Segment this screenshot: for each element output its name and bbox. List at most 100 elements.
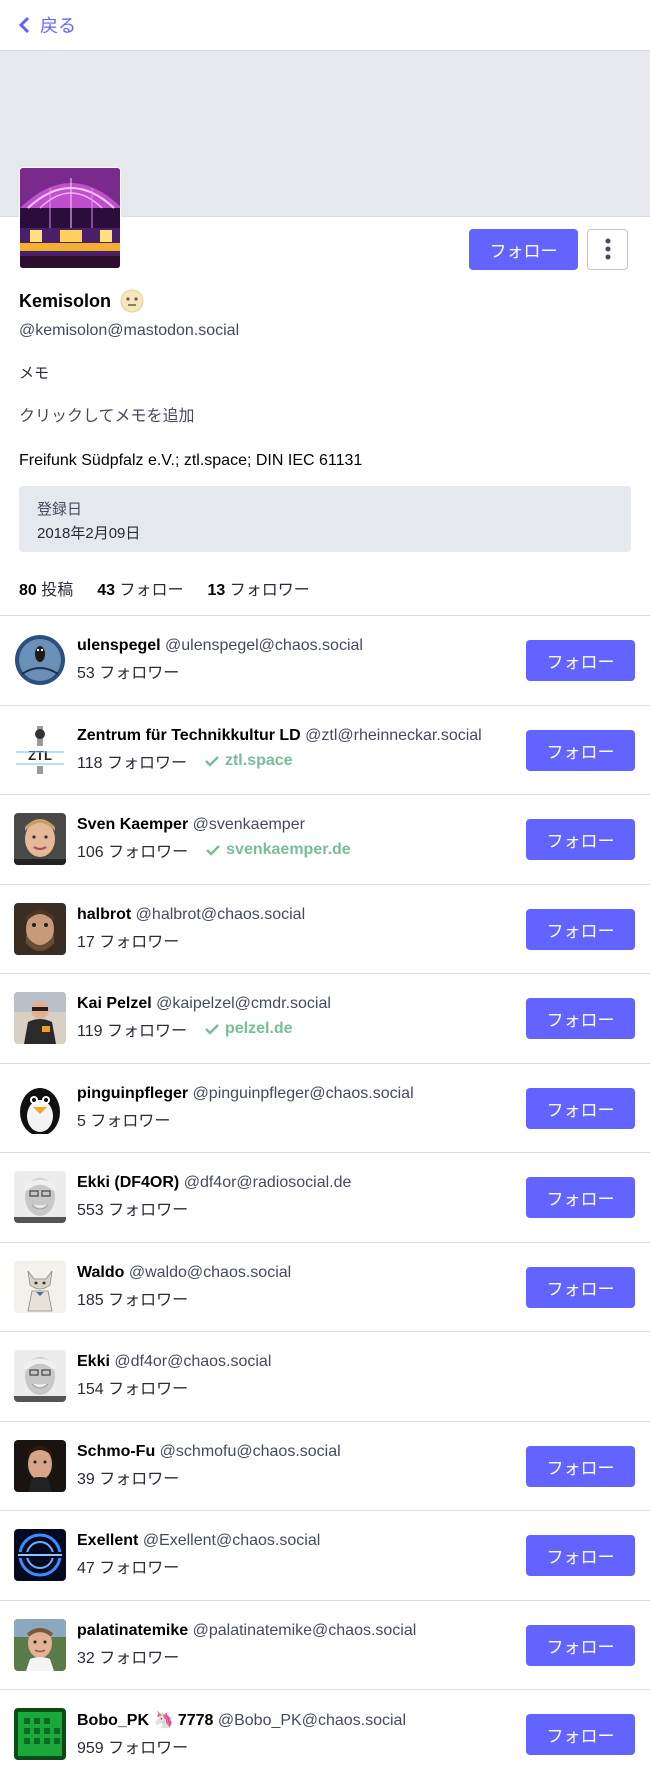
avatar[interactable] — [14, 1529, 66, 1582]
follow-button[interactable]: フォロー — [526, 729, 635, 771]
account-display-name[interactable]: halbrot — [77, 906, 131, 923]
avatar[interactable] — [14, 1618, 66, 1671]
follower-count: 119 フォロワー — [77, 1023, 187, 1041]
account-row[interactable]: Kai Pelzel @kaipelzel@cmdr.social 119 フォ… — [0, 974, 650, 1064]
account-row[interactable]: Waldo @waldo@chaos.social 185 フォロワー フォロー — [0, 1243, 650, 1332]
avatar[interactable] — [14, 813, 66, 866]
account-display-name[interactable]: Sven Kaemper — [77, 816, 188, 833]
check-icon — [205, 755, 219, 767]
follow-button[interactable]: フォロー — [526, 819, 635, 860]
account-row[interactable]: ulenspegel @ulenspegel@chaos.social 53 フ… — [0, 616, 650, 706]
memo-label: メモ — [19, 365, 50, 382]
follow-button[interactable]: フォロー — [526, 1714, 635, 1755]
account-display-name[interactable]: palatinatemike — [77, 1622, 188, 1639]
account-handle: @schmofu@chaos.social — [159, 1442, 341, 1460]
top-bar: 戻る — [0, 0, 650, 51]
avatar[interactable] — [14, 1081, 66, 1134]
svg-text:ZTL: ZTL — [28, 748, 52, 763]
avatar[interactable] — [14, 992, 66, 1045]
back-button[interactable]: 戻る — [18, 12, 76, 38]
vertical-ellipsis-icon — [605, 238, 610, 260]
chevron-left-icon — [18, 17, 30, 33]
verified-link[interactable]: pelzel.de — [205, 1020, 293, 1038]
account-handle: @svenkaemper — [192, 816, 305, 834]
joined-label: 登録日 — [37, 501, 83, 518]
joined-date: 2018年2月09日 — [37, 525, 141, 542]
follower-count: 17 フォロワー — [77, 933, 180, 951]
following-count-link[interactable]: 43 フォロー — [97, 576, 183, 600]
account-display-name[interactable]: Ekki (DF4OR) — [77, 1174, 179, 1191]
verified-link[interactable]: ztl.space — [205, 752, 293, 770]
profile-avatar[interactable] — [19, 167, 121, 269]
neutral-face-emoji-icon — [120, 289, 144, 313]
memo-input[interactable]: クリックしてメモを追加 — [19, 402, 631, 426]
follow-button[interactable]: フォロー — [526, 1177, 635, 1218]
follow-button[interactable]: フォロー — [526, 1266, 635, 1308]
account-row[interactable]: halbrot @halbrot@chaos.social 17 フォロワー フ… — [0, 885, 650, 974]
follower-count: 106 フォロワー — [77, 844, 189, 862]
account-handle: @Exellent@chaos.social — [142, 1532, 321, 1550]
profile-display-name: Kemisolon — [19, 290, 112, 311]
account-row[interactable]: Schmo-Fu @schmofu@chaos.social 39 フォロワー … — [0, 1422, 650, 1511]
account-row[interactable]: pinguinpfleger @pinguinpfleger@chaos.soc… — [0, 1064, 650, 1153]
account-handle: @palatinatemike@chaos.social — [192, 1621, 417, 1639]
verified-link[interactable]: svenkaemper.de — [206, 841, 351, 859]
follow-button[interactable]: フォロー — [526, 998, 635, 1039]
avatar[interactable] — [14, 634, 66, 687]
avatar[interactable] — [14, 1260, 66, 1313]
account-row[interactable]: ZTL Zentrum für Technikkultur LD @ztl@rh… — [0, 706, 650, 795]
account-row[interactable]: Exellent @Exellent@chaos.social 47 フォロワー… — [0, 1511, 650, 1601]
account-display-name[interactable]: pinguinpfleger — [77, 1085, 188, 1102]
follow-button[interactable]: フォロー — [526, 1087, 635, 1129]
follower-count: 5 フォロワー — [77, 1112, 171, 1130]
follower-count: 959 フォロワー — [77, 1740, 189, 1758]
account-row[interactable]: Bobo_PK 🦄 7778 @Bobo_PK@chaos.social 959… — [0, 1690, 650, 1765]
account-list: ulenspegel @ulenspegel@chaos.social 53 フ… — [0, 615, 650, 1765]
avatar[interactable] — [14, 1350, 66, 1403]
avatar[interactable]: ZTL — [14, 723, 66, 776]
account-info: Ekki @df4or@chaos.social 154 フォロワー — [77, 1353, 636, 1399]
follow-button[interactable]: フォロー — [526, 1535, 635, 1576]
account-display-name[interactable]: Ekki — [77, 1353, 110, 1370]
account-row[interactable]: Ekki @df4or@chaos.social 154 フォロワー — [0, 1332, 650, 1422]
follow-button[interactable]: フォロー — [526, 1624, 635, 1666]
account-row[interactable]: Ekki (DF4OR) @df4or@radiosocial.de 553 フ… — [0, 1153, 650, 1243]
avatar[interactable] — [14, 1439, 66, 1492]
profile-name-row: Kemisolon — [19, 288, 631, 314]
joined-date-box: 登録日 2018年2月09日 — [19, 486, 631, 552]
account-handle: @df4or@radiosocial.de — [183, 1174, 352, 1192]
follow-button[interactable]: フォロー — [469, 228, 578, 270]
follower-count: 154 フォロワー — [77, 1381, 189, 1399]
follower-count: 32 フォロワー — [77, 1649, 180, 1667]
follow-button[interactable]: フォロー — [526, 908, 635, 950]
account-handle: @halbrot@chaos.social — [135, 905, 306, 923]
account-row[interactable]: palatinatemike @palatinatemike@chaos.soc… — [0, 1601, 650, 1690]
follow-button[interactable]: フォロー — [526, 1445, 635, 1487]
posts-count-link[interactable]: 80 投稿 — [19, 576, 73, 600]
follower-count: 185 フォロワー — [77, 1291, 189, 1309]
back-label: 戻る — [40, 16, 76, 36]
avatar[interactable] — [14, 902, 66, 955]
follower-count: 53 フォロワー — [77, 665, 180, 683]
account-handle: @Bobo_PK@chaos.social — [217, 1712, 406, 1730]
follow-button[interactable]: フォロー — [526, 640, 635, 681]
account-display-name[interactable]: Kai Pelzel — [77, 995, 152, 1012]
account-display-name[interactable]: Exellent — [77, 1532, 138, 1549]
account-handle: @waldo@chaos.social — [128, 1263, 292, 1281]
account-display-name[interactable]: Schmo-Fu — [77, 1443, 155, 1460]
account-display-name[interactable]: Waldo — [77, 1264, 124, 1281]
account-row[interactable]: Sven Kaemper @svenkaemper 106 フォロワー svenk… — [0, 795, 650, 885]
account-display-name[interactable]: Zentrum für Technikkultur LD — [77, 727, 301, 744]
more-options-button[interactable] — [587, 228, 628, 270]
follower-count: 39 フォロワー — [77, 1470, 180, 1488]
profile-stats: 80 投稿 43 フォロー 13 フォロワー — [19, 576, 631, 615]
account-handle: @ztl@rheinneckar.social — [305, 726, 482, 744]
avatar[interactable] — [14, 1171, 66, 1224]
account-display-name[interactable]: Bobo_PK 🦄 7778 — [77, 1712, 213, 1729]
account-display-name[interactable]: ulenspegel — [77, 637, 161, 654]
check-icon — [206, 845, 221, 857]
avatar[interactable] — [14, 1708, 66, 1761]
followers-count-link[interactable]: 13 フォロワー — [208, 576, 310, 600]
account-handle: @ulenspegel@chaos.social — [165, 637, 363, 655]
account-handle: @pinguinpfleger@chaos.social — [192, 1084, 414, 1102]
